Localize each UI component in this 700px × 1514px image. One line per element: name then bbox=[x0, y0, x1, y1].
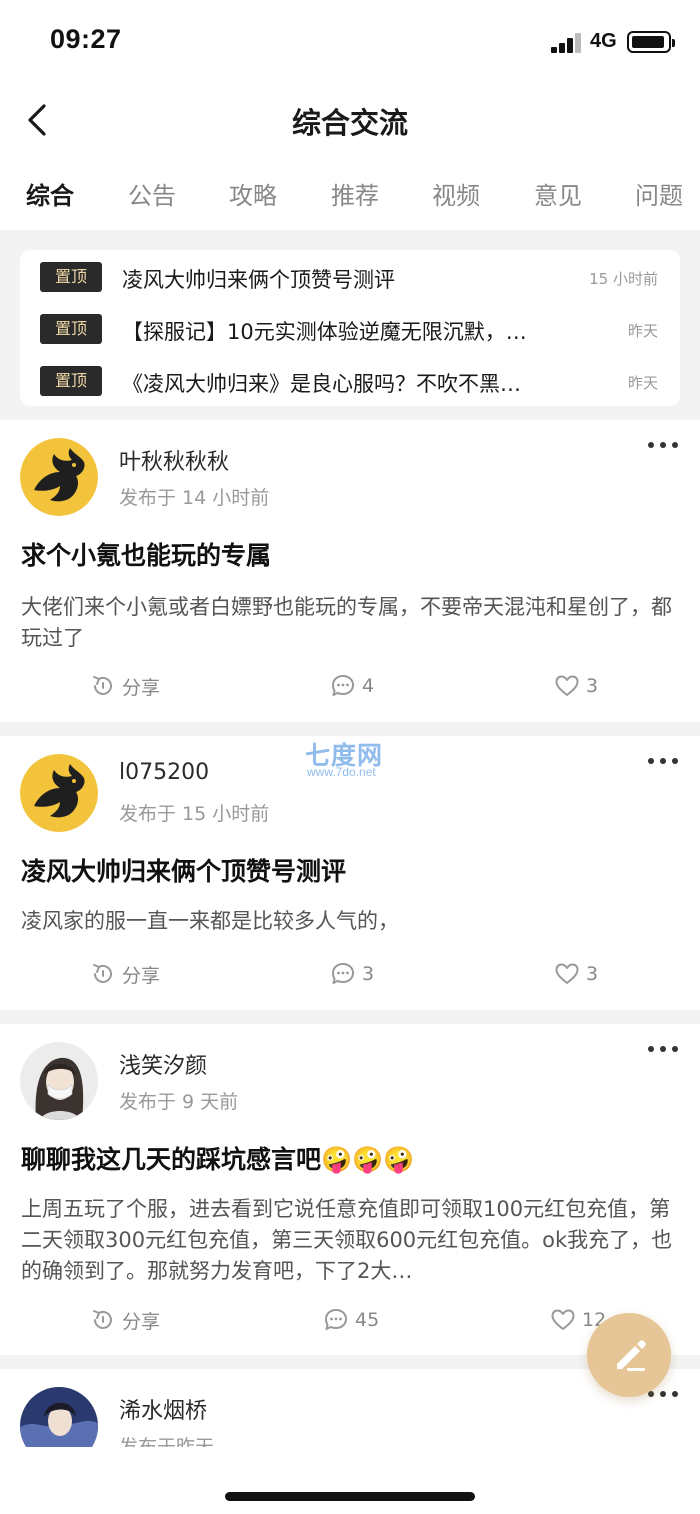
post-title[interactable]: 聊聊我这几天的踩坑感言吧🤪🤪🤪 bbox=[21, 1140, 414, 1176]
comment-icon bbox=[325, 1309, 347, 1330]
pinned-posts-card: 置顶 凌风大帅归来俩个顶赞号测评 15 小时前 置顶 【探服记】10元实测体验逆… bbox=[20, 250, 680, 406]
post-body[interactable]: 上周五玩了个服，进去看到它说任意充值即可领取100元红包充值，第二天领取300元… bbox=[21, 1194, 681, 1288]
pinned-post[interactable]: 置顶 凌风大帅归来俩个顶赞号测评 15 小时前 bbox=[20, 258, 680, 298]
category-tabs: 综合 公告 攻略 推荐 视频 意见 问题 bbox=[0, 158, 700, 226]
pinned-post-time: 15 小时前 bbox=[589, 270, 658, 288]
share-label: 分享 bbox=[122, 964, 161, 987]
compose-button[interactable] bbox=[587, 1313, 671, 1397]
username[interactable]: 叶秋秋秋秋 bbox=[119, 444, 229, 476]
page-title: 综合交流 bbox=[291, 106, 408, 140]
pinned-post-time: 昨天 bbox=[627, 374, 658, 392]
post-time: 发布于 14 小时前 bbox=[119, 487, 270, 509]
more-options-button[interactable] bbox=[648, 756, 678, 766]
comment-button[interactable]: 45 bbox=[323, 1302, 379, 1338]
battery-icon bbox=[627, 31, 675, 53]
dragon-logo-icon bbox=[20, 754, 98, 832]
post-actions: 分享 3 3 bbox=[0, 956, 700, 992]
heart-icon bbox=[555, 963, 579, 984]
username[interactable]: 浅笑汐颜 bbox=[119, 1048, 207, 1080]
status-time: 09:27 bbox=[50, 24, 122, 54]
pinned-post-title: 凌风大帅归来俩个顶赞号测评 bbox=[122, 268, 395, 292]
post-card: 浅笑汐颜 发布于 9 天前 聊聊我这几天的踩坑感言吧🤪🤪🤪 上周五玩了个服，进去… bbox=[0, 1024, 700, 1355]
comment-count: 3 bbox=[362, 963, 375, 985]
pinned-post-title: 【探服记】10元实测体验逆魔无限沉默，… bbox=[122, 320, 527, 344]
pinned-post-title: 《凌风大帅归来》是良心服吗？不吹不黑… bbox=[122, 372, 521, 396]
tab-all[interactable]: 综合 bbox=[26, 176, 74, 211]
tab-announcements[interactable]: 公告 bbox=[128, 176, 176, 211]
username[interactable]: 浠水烟桥 bbox=[119, 1393, 207, 1425]
post-title[interactable]: 求个小氪也能玩的专属 bbox=[21, 536, 271, 572]
comment-icon bbox=[332, 963, 354, 984]
share-button[interactable]: 分享 bbox=[90, 1302, 160, 1338]
post-title[interactable]: 凌风大帅归来俩个顶赞号测评 bbox=[21, 852, 346, 888]
share-icon bbox=[93, 1310, 112, 1329]
watermark: 七度网 www.7do.net bbox=[305, 736, 401, 782]
comment-count: 4 bbox=[362, 675, 375, 697]
girl-portrait-icon bbox=[20, 1042, 98, 1120]
home-indicator bbox=[225, 1492, 475, 1501]
avatar[interactable] bbox=[20, 1387, 98, 1447]
comment-button[interactable]: 3 bbox=[330, 956, 374, 992]
tab-questions[interactable]: 问题 bbox=[635, 176, 683, 211]
share-label: 分享 bbox=[122, 676, 161, 699]
tab-recommended[interactable]: 推荐 bbox=[331, 176, 379, 211]
like-button[interactable]: 3 bbox=[554, 668, 598, 704]
pinned-post[interactable]: 置顶 【探服记】10元实测体验逆魔无限沉默，… 昨天 bbox=[20, 310, 680, 350]
nav-bar: 综合交流 bbox=[0, 84, 700, 156]
share-label: 分享 bbox=[122, 1310, 161, 1333]
status-bar: 09:27 4G bbox=[0, 0, 700, 84]
heart-icon bbox=[551, 1309, 575, 1330]
avatar[interactable] bbox=[20, 438, 98, 516]
username[interactable]: l075200 bbox=[119, 760, 209, 785]
bottom-safe-area bbox=[0, 1447, 700, 1514]
pinned-post[interactable]: 置顶 《凌风大帅归来》是良心服吗？不吹不黑… 昨天 bbox=[20, 362, 680, 402]
tab-feedback[interactable]: 意见 bbox=[534, 176, 582, 211]
post-body[interactable]: 大佬们来个小氪或者白嫖野也能玩的专属，不要帝天混沌和星创了，都玩过了 bbox=[21, 592, 681, 654]
pinned-post-time: 昨天 bbox=[627, 322, 658, 340]
like-count: 3 bbox=[586, 675, 599, 697]
post-card: 叶秋秋秋秋 发布于 14 小时前 求个小氪也能玩的专属 大佬们来个小氪或者白嫖野… bbox=[0, 420, 700, 722]
divider bbox=[0, 1010, 700, 1024]
comment-icon bbox=[332, 675, 354, 696]
network-label: 4G bbox=[590, 30, 617, 52]
post-time: 发布于昨天 bbox=[119, 1436, 215, 1447]
post-actions: 分享 4 3 bbox=[0, 668, 700, 704]
pinned-badge: 置顶 bbox=[40, 366, 102, 396]
share-icon bbox=[93, 676, 112, 695]
more-options-button[interactable] bbox=[648, 1044, 678, 1054]
more-options-button[interactable] bbox=[648, 1389, 678, 1399]
post-time: 发布于 9 天前 bbox=[119, 1091, 239, 1113]
pinned-badge: 置顶 bbox=[40, 314, 102, 344]
share-icon bbox=[93, 964, 112, 983]
post-body[interactable]: 凌风家的服一直一来都是比较多人气的， bbox=[21, 906, 681, 937]
pinned-badge: 置顶 bbox=[40, 262, 102, 292]
comment-button[interactable]: 4 bbox=[330, 668, 374, 704]
watermark-url: www.7do.net bbox=[307, 765, 376, 779]
pencil-icon bbox=[617, 1340, 646, 1371]
signal-icon bbox=[551, 33, 583, 53]
tab-videos[interactable]: 视频 bbox=[432, 176, 480, 211]
more-options-button[interactable] bbox=[648, 440, 678, 450]
avatar[interactable] bbox=[20, 754, 98, 832]
heart-icon bbox=[555, 675, 579, 696]
divider bbox=[0, 722, 700, 736]
share-button[interactable]: 分享 bbox=[90, 668, 160, 704]
avatar[interactable] bbox=[20, 1042, 98, 1120]
tab-guides[interactable]: 攻略 bbox=[229, 176, 277, 211]
like-button[interactable]: 3 bbox=[554, 956, 598, 992]
post-time: 发布于 15 小时前 bbox=[119, 803, 270, 825]
dragon-logo-icon bbox=[20, 438, 98, 516]
warrior-portrait-icon bbox=[20, 1387, 98, 1447]
share-button[interactable]: 分享 bbox=[90, 956, 160, 992]
like-count: 3 bbox=[586, 963, 599, 985]
comment-count: 45 bbox=[355, 1309, 380, 1331]
